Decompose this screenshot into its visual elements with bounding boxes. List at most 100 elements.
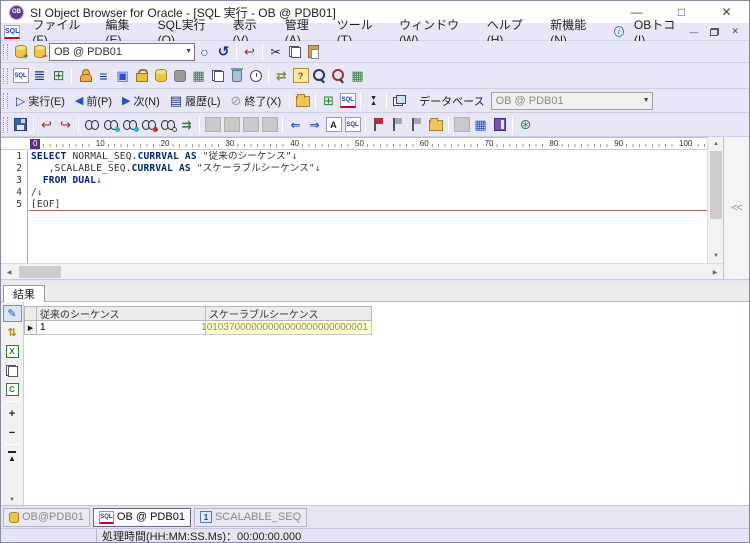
commit-button[interactable]: ○ <box>195 42 214 61</box>
end-button[interactable]: ⊘ 終了(X) <box>226 91 287 110</box>
sort-button[interactable]: ⇅ <box>3 324 22 341</box>
edit-undo-button[interactable]: ↩ <box>37 115 56 134</box>
copy-button[interactable] <box>285 42 304 61</box>
disconnect-button[interactable]: − <box>30 42 49 61</box>
grid-corner-cell[interactable] <box>24 306 37 321</box>
toolbar-gripper[interactable] <box>3 92 8 109</box>
excel-export-button[interactable]: X <box>3 343 22 360</box>
scroll-left-button[interactable]: ◀ <box>1 264 17 280</box>
scheduler-button[interactable] <box>246 66 265 85</box>
manual-button[interactable] <box>490 115 509 134</box>
ruler-tick: 50 <box>354 139 365 149</box>
cut-button[interactable]: ✂ <box>266 42 285 61</box>
scroll-up-button[interactable]: ▲ <box>708 137 724 151</box>
user-manager-button[interactable] <box>75 66 94 85</box>
editor-horizontal-scrollbar[interactable]: ◀ ▶ <box>1 263 723 279</box>
find-button[interactable] <box>82 115 101 134</box>
history-button[interactable]: ▤ 履歴(L) <box>165 91 226 110</box>
help-button[interactable]: ? <box>291 66 310 85</box>
ruler-tick: 80 <box>548 139 560 149</box>
session-combobox[interactable]: OB @ PDB01 ▼ <box>49 42 195 61</box>
file-history-button[interactable] <box>426 115 445 134</box>
status-bar: 処理時間(HH:MM:SS.Ms)：00:00:00.000 <box>1 528 749 542</box>
table-sync-button[interactable]: ▦ <box>348 66 367 85</box>
toolbar-gripper[interactable] <box>3 67 8 84</box>
sql-window-button[interactable]: SQL <box>11 66 30 85</box>
switch-user-button[interactable]: ⇄ <box>272 66 291 85</box>
add-row-button[interactable]: + <box>3 405 22 422</box>
cell-scalable-seq[interactable]: 101037000000000000000000000001 <box>201 321 372 335</box>
cell-normal-seq[interactable]: 1 <box>37 321 206 335</box>
prev-button[interactable]: ◀ 前(P) <box>70 91 117 110</box>
resource-button[interactable] <box>170 66 189 85</box>
run-button[interactable]: ▷ 実行(E) <box>11 91 70 110</box>
more-buttons-button[interactable]: ▼ <box>9 497 15 503</box>
mdi-close-button[interactable]: ✕ <box>731 26 739 37</box>
profile-button[interactable] <box>151 66 170 85</box>
session-monitor-button[interactable]: ▣ <box>113 66 132 85</box>
scroll-down-button[interactable]: ▼ <box>708 249 724 263</box>
csv-export-button[interactable]: C <box>3 381 22 398</box>
taskbar-object-browser-button[interactable]: OB@PDB01 <box>3 507 90 527</box>
bookmark-icon <box>373 118 384 131</box>
next-button[interactable]: ▶ 次(N) <box>117 91 165 110</box>
replace-button[interactable] <box>139 115 158 134</box>
tab-results[interactable]: 結果 <box>3 285 45 302</box>
edit-redo-button[interactable]: ↪ <box>56 115 75 134</box>
role-manager-button[interactable] <box>132 66 151 85</box>
memory-button[interactable]: ▦ <box>189 66 208 85</box>
script-button[interactable]: ≣ <box>30 66 49 85</box>
copy-result-button[interactable] <box>3 362 22 379</box>
tablespace-button[interactable]: ≡ <box>94 66 113 85</box>
object-copy-button[interactable] <box>208 66 227 85</box>
mdi-minimize-button[interactable]: — <box>689 27 698 37</box>
scroll-right-button[interactable]: ▶ <box>707 264 723 280</box>
fetch-all-button[interactable]: ▲ <box>3 448 22 465</box>
recyclebin-button[interactable] <box>227 66 246 85</box>
vertical-scroll-thumb[interactable] <box>710 151 722 219</box>
edit-mode-button[interactable]: ✎ <box>2 305 22 322</box>
column-header-scalable-seq[interactable]: スケーラブルシーケンス <box>206 306 372 321</box>
side-panel-collapse-button[interactable]: << <box>723 137 749 279</box>
row-marker[interactable]: ▶ <box>24 321 37 335</box>
grid-view-button[interactable]: ▦ <box>471 115 490 134</box>
find-history-button[interactable] <box>158 115 177 134</box>
sql-add-button[interactable]: SQL <box>338 91 357 110</box>
undo-button[interactable]: ↩ <box>240 42 259 61</box>
find-next-button[interactable] <box>101 115 120 134</box>
mdi-window-icon[interactable]: SQL <box>4 24 21 39</box>
editor-vertical-scrollbar[interactable]: ▲ ▼ <box>707 137 723 263</box>
delete-row-button[interactable]: − <box>3 424 22 441</box>
case-convert-button[interactable]: A <box>324 115 343 134</box>
sql-search-button[interactable] <box>310 66 329 85</box>
window-layout-button[interactable] <box>390 91 409 110</box>
taskbar-sql-exec-button[interactable]: SQL OB @ PDB01 <box>92 507 191 527</box>
options-button[interactable]: ⊛ <box>516 115 535 134</box>
object-list-button[interactable]: ⊞ <box>49 66 68 85</box>
sql-format-icon: SQL <box>344 117 361 132</box>
explain-plan-button[interactable]: ▼ ▲ <box>364 91 383 110</box>
bookmark-button[interactable] <box>369 115 388 134</box>
open-file-button[interactable] <box>293 91 312 110</box>
rollback-button[interactable]: ↺ <box>214 42 233 61</box>
connect-button[interactable]: + <box>11 42 30 61</box>
table-output-button[interactable]: ⊞ <box>319 91 338 110</box>
goto-line-button[interactable]: ⇉ <box>177 115 196 134</box>
paste-button[interactable] <box>304 42 323 61</box>
object-search-button[interactable] <box>329 66 348 85</box>
toolbar-gripper[interactable] <box>3 43 8 60</box>
find-prev-button[interactable] <box>120 115 139 134</box>
horizontal-scroll-thumb[interactable] <box>19 266 61 278</box>
sql-editor[interactable]: SELECT NORMAL_SEQ.CURRVAL AS "従来のシーケンス"↓… <box>29 151 707 263</box>
toolbar-separator <box>4 444 20 445</box>
save-button[interactable] <box>11 115 30 134</box>
indent-button[interactable]: ⇒ <box>305 115 324 134</box>
mdi-restore-button[interactable] <box>710 27 720 36</box>
column-header-normal-seq[interactable]: 従来のシーケンス <box>37 306 206 321</box>
taskbar-scalable-seq-button[interactable]: 1 SCALABLE_SEQ <box>193 507 308 527</box>
close-button[interactable]: ✕ <box>704 1 749 23</box>
sql-format-button[interactable]: SQL <box>343 115 362 134</box>
database-combobox[interactable]: OB @ PDB01 ▼ <box>490 91 653 110</box>
toolbar-gripper[interactable] <box>3 116 8 133</box>
outdent-button[interactable]: ⇐ <box>286 115 305 134</box>
